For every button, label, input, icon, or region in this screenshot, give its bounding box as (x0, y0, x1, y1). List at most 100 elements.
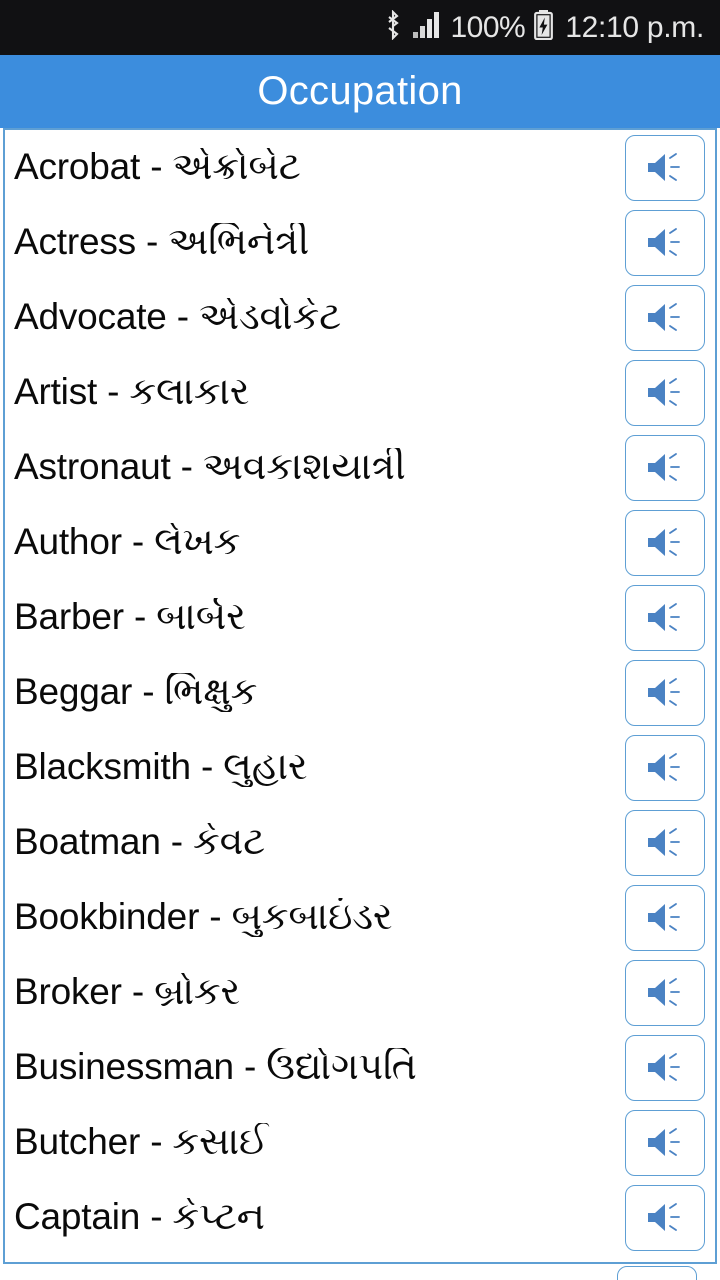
row-gujarati: બુકબાઇંડર (231, 897, 393, 938)
speak-button[interactable] (625, 884, 705, 951)
row-gujarati: બાર્બર (156, 597, 246, 638)
speak-button[interactable] (625, 134, 705, 201)
row-label: Boatman - કેવટ (5, 823, 625, 863)
row-english: Acrobat (14, 147, 141, 187)
row-separator: - (123, 597, 157, 637)
speak-button[interactable] (625, 584, 705, 651)
row-english: Boatman (14, 822, 161, 862)
list-row[interactable]: Beggar - ભિક્ષુક (5, 655, 715, 730)
row-separator: - (160, 822, 193, 862)
row-label: Broker - બ્રોકર (5, 973, 625, 1013)
speak-button[interactable] (625, 1109, 705, 1176)
speak-button[interactable] (625, 734, 705, 801)
app-title-bar: Occupation (0, 55, 720, 128)
speak-button[interactable] (625, 209, 705, 276)
speak-button[interactable] (625, 509, 705, 576)
speaker-volume-icon (648, 453, 680, 481)
speaker-volume-icon (648, 603, 680, 631)
row-gujarati: લેખક (154, 522, 241, 563)
row-english: Captain (14, 1197, 141, 1237)
row-label: Actress - અભિનેત્રી (5, 223, 625, 263)
speak-button[interactable] (625, 659, 705, 726)
status-bar: 100% 12:10 p.m. (0, 0, 720, 55)
row-gujarati: અવકાશયાત્રી (202, 447, 406, 488)
row-label: Captain - કેપ્ટન (5, 1198, 625, 1238)
row-label: Acrobat - એક્રોબેટ (5, 148, 625, 188)
row-label: Astronaut - અવકાશયાત્રી (5, 448, 625, 488)
row-english: Butcher (14, 1122, 141, 1162)
row-separator: - (233, 1047, 267, 1087)
page-title: Occupation (257, 69, 463, 113)
row-separator: - (166, 297, 199, 337)
row-separator: - (140, 147, 173, 187)
row-english: Barber (14, 597, 124, 637)
row-separator: - (199, 897, 232, 937)
row-label: Businessman - ઉદ્યોગપતિ (5, 1048, 625, 1088)
list-row[interactable]: Advocate - એડવોકેટ (5, 280, 715, 355)
signal-bars-icon (412, 11, 442, 44)
speak-button[interactable] (617, 1266, 697, 1280)
list-row[interactable]: Author - લેખક (5, 505, 715, 580)
speaker-volume-icon (648, 828, 680, 856)
speak-button[interactable] (625, 434, 705, 501)
row-gujarati: ઉદ્યોગપતિ (266, 1047, 417, 1088)
list-row[interactable]: Captain - કેપ્ટન (5, 1180, 715, 1255)
list-row[interactable]: Broker - બ્રોકર (5, 955, 715, 1030)
row-label: Author - લેખક (5, 523, 625, 563)
speak-button[interactable] (625, 809, 705, 876)
speaker-volume-icon (648, 678, 680, 706)
row-label: Beggar - ભિક્ષુક (5, 673, 625, 713)
row-separator: - (170, 447, 203, 487)
speak-button[interactable] (625, 1034, 705, 1101)
list-row[interactable]: Businessman - ઉદ્યોગપતિ (5, 1030, 715, 1105)
speaker-volume-icon (648, 228, 680, 256)
speaker-volume-icon (648, 978, 680, 1006)
speaker-volume-icon (648, 1203, 680, 1231)
speak-button[interactable] (625, 959, 705, 1026)
row-gujarati: બ્રોકર (154, 972, 240, 1013)
list-row[interactable]: Blacksmith - લુહાર (5, 730, 715, 805)
row-label: Artist - કલાકાર (5, 373, 625, 413)
list-row[interactable]: Artist - કલાકાર (5, 355, 715, 430)
row-gujarati: કસાઈ (172, 1122, 269, 1163)
speaker-volume-icon (648, 303, 680, 331)
row-english: Advocate (14, 297, 167, 337)
status-clock: 12:10 p.m. (565, 10, 704, 44)
battery-percentage-label: 100% (450, 10, 526, 44)
occupation-list[interactable]: Acrobat - એક્રોબેટ Actress - અભિનેત્રી A… (3, 128, 717, 1264)
list-row[interactable]: Astronaut - અવકાશયાત્રી (5, 430, 715, 505)
row-gujarati: કેપ્ટન (172, 1197, 265, 1238)
speak-button[interactable] (625, 1184, 705, 1251)
row-label: Barber - બાર્બર (5, 598, 625, 638)
list-row[interactable]: Bookbinder - બુકબાઇંડર (5, 880, 715, 955)
bluetooth-icon (383, 9, 403, 45)
row-label: Butcher - કસાઈ (5, 1123, 625, 1163)
row-separator: - (132, 672, 165, 712)
row-separator: - (97, 372, 130, 412)
row-gujarati: અભિનેત્રી (168, 222, 310, 263)
row-separator: - (135, 222, 169, 262)
list-row[interactable]: Actress - અભિનેત્રી (5, 205, 715, 280)
speaker-volume-icon (648, 153, 680, 181)
row-separator: - (140, 1197, 173, 1237)
row-english: Businessman (14, 1047, 234, 1087)
speak-button[interactable] (625, 284, 705, 351)
battery-charging-icon (534, 10, 554, 45)
row-english: Blacksmith (14, 747, 191, 787)
list-row[interactable]: Barber - બાર્બર (5, 580, 715, 655)
speaker-volume-icon (648, 1128, 680, 1156)
speak-button[interactable] (625, 359, 705, 426)
row-gujarati: કેવટ (192, 822, 266, 863)
list-row[interactable]: Butcher - કસાઈ (5, 1105, 715, 1180)
row-separator: - (190, 747, 224, 787)
row-label: Blacksmith - લુહાર (5, 748, 625, 788)
list-row[interactable]: Acrobat - એક્રોબેટ (5, 130, 715, 205)
row-gujarati: લુહાર (223, 747, 308, 788)
row-english: Broker (14, 972, 122, 1012)
partial-next-row (3, 1266, 717, 1280)
row-english: Artist (14, 372, 98, 412)
row-english: Bookbinder (14, 897, 200, 937)
list-row[interactable]: Boatman - કેવટ (5, 805, 715, 880)
speaker-volume-icon (648, 1053, 680, 1081)
row-separator: - (121, 972, 155, 1012)
